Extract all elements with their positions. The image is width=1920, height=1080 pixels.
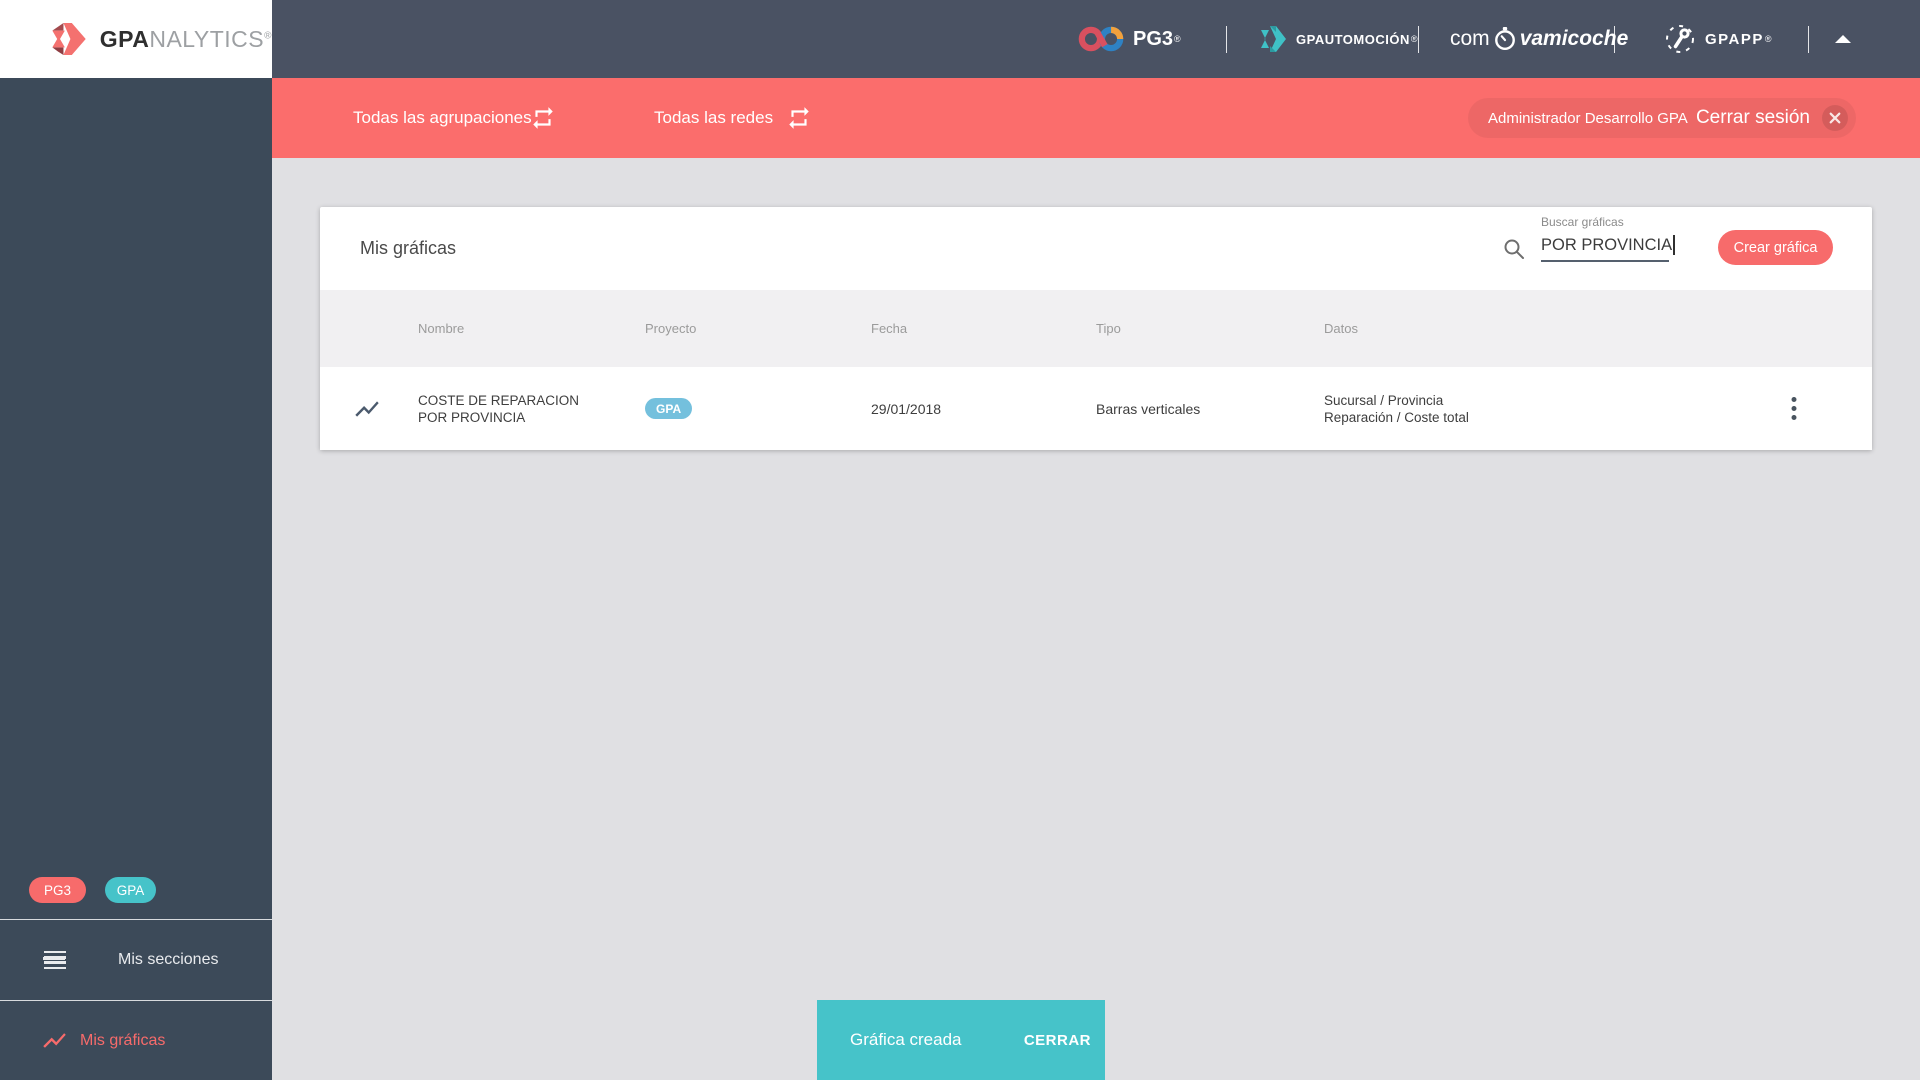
sidebar-badges: PG3 GPA [29, 877, 156, 903]
cell-datos: Sucursal / Provincia Reparación / Coste … [1324, 367, 1469, 450]
topbar-divider [1614, 26, 1615, 53]
snackbar: Gráfica creada CERRAR [817, 1000, 1105, 1080]
create-chart-button[interactable]: Crear gráfica [1718, 230, 1833, 265]
kebab-icon [1791, 396, 1797, 420]
column-header-datos: Datos [1324, 321, 1358, 336]
cell-nombre: COSTE DE REPARACION POR PROVINCIA [418, 392, 580, 425]
cell-datos-line1: Sucursal / Provincia [1324, 392, 1444, 408]
cell-fecha: 29/01/2018 [871, 400, 942, 417]
column-header-nombre: Nombre [418, 321, 465, 336]
wrench-icon [1666, 25, 1694, 53]
row-menu-button[interactable] [1778, 367, 1810, 450]
logout-close-icon[interactable] [1822, 105, 1848, 131]
cell-tipo: Barras verticales [1096, 400, 1201, 417]
charts-card: Mis gráficas Buscar gráficas POR PROVINC… [320, 207, 1872, 450]
input-underline [1541, 260, 1669, 262]
swap-redes-icon[interactable] [786, 105, 812, 131]
filter-redes-label: Todas las redes [654, 108, 774, 127]
search-input-value: POR PROVINCIA [1541, 235, 1673, 254]
topbar-divider [1808, 26, 1809, 53]
column-header-fecha: Fecha [871, 321, 908, 336]
badge-gpa[interactable]: GPA [105, 877, 156, 903]
gpaapp-logo: GPAPP ® [1664, 0, 1772, 78]
topbar-divider [1226, 26, 1227, 53]
column-header-proyecto: Proyecto [645, 321, 697, 336]
gpa-arrow-icon [52, 23, 86, 55]
filter-agrupaciones-label: Todas las agrupaciones [353, 108, 532, 127]
gpanalytics-wordmark: GPANALYTICS® [99, 25, 272, 52]
swap-agrupaciones-icon[interactable] [530, 105, 556, 131]
pg3-logo: PG3 ® [1078, 0, 1181, 78]
list-icon-bars [44, 948, 66, 972]
logged-user-label: Administrador Desarrollo GPA [1488, 109, 1688, 127]
table-row[interactable]: COSTE DE REPARACION POR PROVINCIA GPA 29… [320, 367, 1872, 450]
project-badge: GPA [645, 398, 693, 419]
snackbar-close-button[interactable]: CERRAR [1024, 1032, 1091, 1049]
gpautomocion-logo: GPAUTOMOCIÓN ® [1258, 0, 1418, 78]
column-header-tipo: Tipo [1096, 321, 1121, 336]
sidebar: PG3 GPA Mis secciones Mis gráficas [0, 78, 272, 1080]
badge-pg3[interactable]: PG3 [29, 877, 86, 903]
topbar-divider [1418, 26, 1419, 53]
pg3-infinity-icon [1078, 26, 1124, 52]
collapse-topbar-button[interactable] [1820, 0, 1866, 78]
cell-datos-line2: Reparación / Coste total [1324, 409, 1469, 425]
comprovamicoche-logo: com vamicoche [1450, 27, 1629, 51]
logout-button[interactable]: Cerrar sesión [1696, 107, 1810, 129]
sidebar-item-mis-graficas[interactable]: Mis gráficas [0, 1001, 272, 1080]
cell-proyecto: GPA [645, 367, 693, 450]
search-icon [1504, 239, 1524, 259]
chart-line-icon [40, 1027, 68, 1054]
clock-icon [1494, 27, 1515, 51]
snackbar-message: Gráfica creada [850, 1030, 962, 1049]
row-chart-type-icon [353, 367, 381, 450]
text-cursor [1673, 235, 1676, 255]
gpanalytics-logo: GPANALYTICS® [0, 0, 272, 78]
gpautomocion-arrow-icon [1261, 26, 1286, 52]
filter-bar: Todas las agrupaciones Todas las redes A… [272, 78, 1920, 158]
sidebar-item-mis-secciones[interactable]: Mis secciones [0, 920, 272, 1000]
top-bar: PG3 ® GPAUTOMOCIÓN ® com vamicoche GPAPP… [272, 0, 1920, 78]
search-input-label: Buscar gráficas [1541, 215, 1624, 229]
card-header: Mis gráficas Buscar gráficas POR PROVINC… [320, 207, 1872, 290]
main-content: Mis gráficas Buscar gráficas POR PROVINC… [272, 158, 1920, 1080]
search-input[interactable]: Buscar gráficas POR PROVINCIA [1541, 215, 1676, 262]
app-root: GPANALYTICS® PG3 ® GPAUTOMOCIÓN ® com va… [0, 0, 1920, 1080]
session-pill: Administrador Desarrollo GPA Cerrar sesi… [1468, 98, 1856, 138]
table-header: Nombre Proyecto Fecha Tipo Datos [320, 290, 1872, 367]
page-title: Mis gráficas [360, 238, 457, 258]
chevron-up-icon [1835, 35, 1851, 43]
